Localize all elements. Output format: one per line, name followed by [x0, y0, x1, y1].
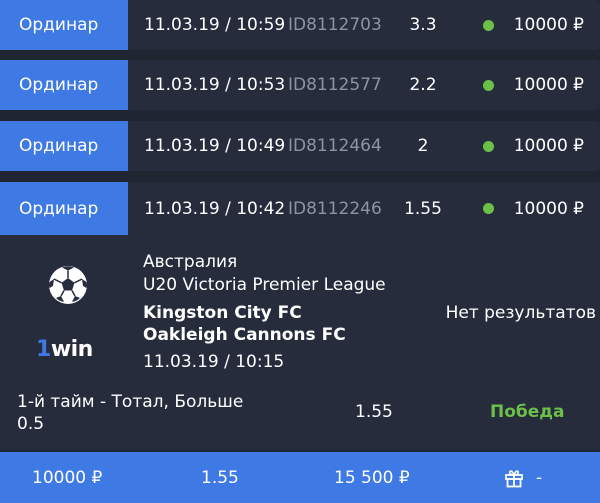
match-league: U20 Victoria Premier League — [143, 275, 386, 295]
market-odds: 1.55 — [355, 402, 393, 422]
bet-odds: 3.3 — [409, 15, 437, 35]
bet-type-label: Ординар — [0, 0, 128, 50]
team-away: Oakleigh Cannons FC — [143, 325, 346, 345]
status-dot-icon — [483, 182, 494, 235]
bet-id: ID8112246 — [288, 198, 382, 219]
bet-row-body: 11.03.19 / 10:42 ID8112246 1.55 10000 ₽ — [128, 182, 600, 235]
bet-amount: 10000 ₽ — [513, 15, 584, 35]
bet-type-label: Ординар — [0, 60, 128, 110]
bet-row[interactable]: Ординар 11.03.19 / 10:53 ID8112577 2.2 1… — [0, 60, 600, 110]
bet-datetime: 11.03.19 / 10:53 — [144, 75, 286, 95]
footer-stake: 10000 ₽ — [32, 467, 103, 488]
bet-row-body: 11.03.19 / 10:49 ID8112464 2 10000 ₽ — [128, 121, 600, 171]
bet-odds: 2.2 — [409, 75, 437, 95]
bet-datetime: 11.03.19 / 10:42 — [144, 198, 286, 219]
bet-amount: 10000 ₽ — [513, 75, 584, 95]
bet-datetime: 11.03.19 / 10:49 — [144, 136, 286, 156]
bonus-value: - — [536, 467, 543, 488]
match-result: Нет результатов — [445, 303, 596, 323]
bonus-gift[interactable]: - — [504, 452, 542, 503]
bet-type-label: Ординар — [0, 121, 128, 171]
bet-row[interactable]: Ординар 11.03.19 / 10:49 ID8112464 2 100… — [0, 121, 600, 171]
match-country: Австралия — [143, 252, 238, 272]
bet-row[interactable]: Ординар 11.03.19 / 10:59 ID8112703 3.3 1… — [0, 0, 600, 50]
bet-odds: 1.55 — [404, 198, 442, 219]
bet-id: ID8112577 — [288, 75, 382, 95]
status-dot-icon — [483, 0, 494, 50]
team-home: Kingston City FC — [143, 303, 302, 323]
bet-amount: 10000 ₽ — [513, 198, 584, 219]
bet-summary-footer: 10000 ₽ 1.55 15 500 ₽ - — [0, 452, 600, 503]
match-datetime: 11.03.19 / 10:15 — [143, 352, 285, 372]
soccer-ball-icon — [49, 266, 87, 304]
outcome-badge: Победа — [490, 402, 565, 422]
market-value: 0.5 — [17, 414, 45, 434]
bet-row-body: 11.03.19 / 10:53 ID8112577 2.2 10000 ₽ — [128, 60, 600, 110]
status-dot-icon — [483, 60, 494, 110]
brand-logo: 1win — [36, 337, 93, 362]
bet-amount: 10000 ₽ — [513, 136, 584, 156]
gift-icon — [505, 469, 523, 487]
bet-type-label: Ординар — [0, 182, 128, 235]
bet-row-expanded[interactable]: Ординар 11.03.19 / 10:42 ID8112246 1.55 … — [0, 182, 600, 235]
market-name: 1-й тайм - Тотал, Больше — [17, 392, 244, 412]
footer-odds: 1.55 — [201, 467, 239, 488]
status-dot-icon — [483, 121, 494, 171]
footer-payout: 15 500 ₽ — [334, 467, 410, 488]
bet-datetime: 11.03.19 / 10:59 — [144, 15, 286, 35]
bet-id: ID8112464 — [288, 136, 382, 156]
bet-row-body: 11.03.19 / 10:59 ID8112703 3.3 10000 ₽ — [128, 0, 600, 50]
bet-odds: 2 — [417, 136, 429, 156]
bet-id: ID8112703 — [288, 15, 382, 35]
